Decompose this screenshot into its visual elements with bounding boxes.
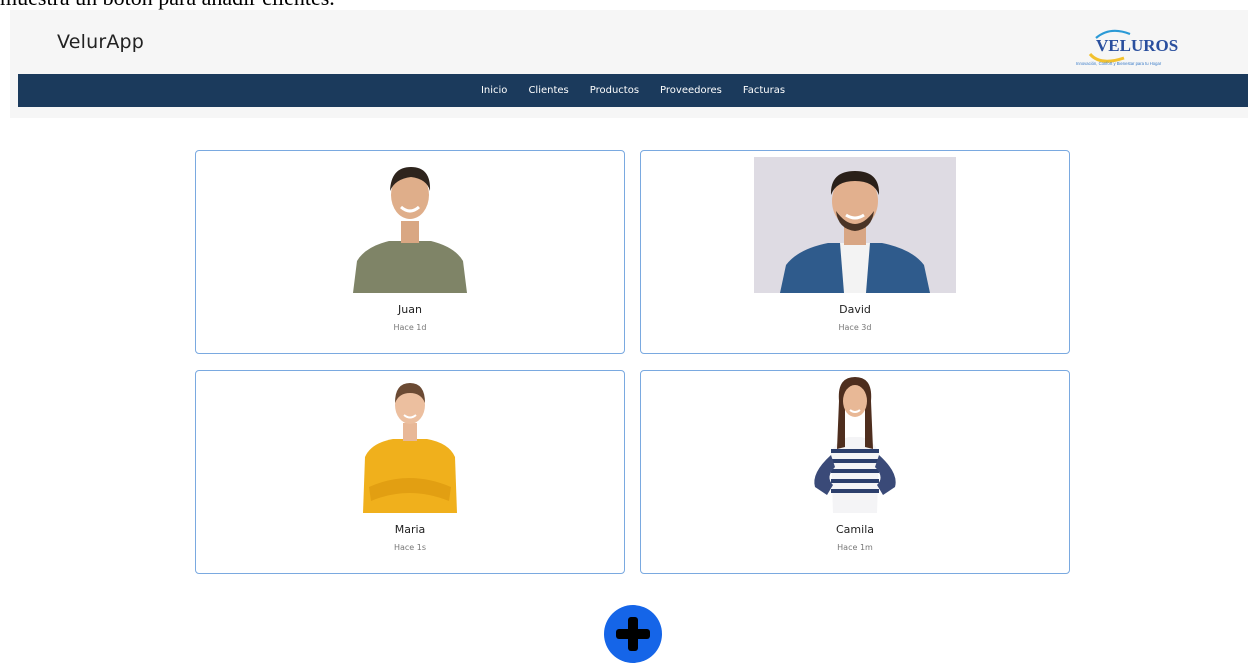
plus-icon xyxy=(616,617,650,651)
client-photo-camila xyxy=(803,377,907,513)
document-caption: muestra un botón para añadir clientes. xyxy=(0,0,700,10)
add-client-button[interactable] xyxy=(604,605,662,663)
client-time: Hace 1m xyxy=(837,543,873,552)
app-brand-name[interactable]: VelurApp xyxy=(57,30,144,54)
main-navbar: Inicio Clientes Productos Proveedores Fa… xyxy=(18,74,1248,107)
brand-bar: VelurApp VELUROS Innovación, Confort y B… xyxy=(10,10,1248,74)
nav-clientes[interactable]: Clientes xyxy=(528,85,568,97)
logo-tagline: Innovación, Confort y Bienestar para tu … xyxy=(1076,61,1162,66)
client-time: Hace 3d xyxy=(838,323,872,332)
client-photo-maria xyxy=(363,377,457,513)
client-card-maria[interactable]: Maria Hace 1s xyxy=(195,370,625,574)
client-name: Camila xyxy=(836,523,874,536)
client-name: Maria xyxy=(394,523,426,536)
nav-productos[interactable]: Productos xyxy=(590,85,639,97)
client-card-camila[interactable]: Camila Hace 1m xyxy=(640,370,1070,574)
client-time: Hace 1d xyxy=(393,323,427,332)
nav-inicio[interactable]: Inicio xyxy=(481,85,507,97)
client-name: Juan xyxy=(398,303,422,316)
client-photo-juan xyxy=(351,157,469,293)
nav-facturas[interactable]: Facturas xyxy=(743,85,785,97)
client-time: Hace 1s xyxy=(393,543,427,552)
client-card-david[interactable]: David Hace 3d xyxy=(640,150,1070,354)
logo-text: VELUROS xyxy=(1096,36,1178,55)
client-name: David xyxy=(839,303,871,316)
app-header: VelurApp VELUROS Innovación, Confort y B… xyxy=(10,10,1248,118)
veluros-logo: VELUROS Innovación, Confort y Bienestar … xyxy=(1070,24,1220,68)
nav-proveedores[interactable]: Proveedores xyxy=(660,85,722,97)
client-card-juan[interactable]: Juan Hace 1d xyxy=(195,150,625,354)
client-photo-david xyxy=(754,157,956,293)
